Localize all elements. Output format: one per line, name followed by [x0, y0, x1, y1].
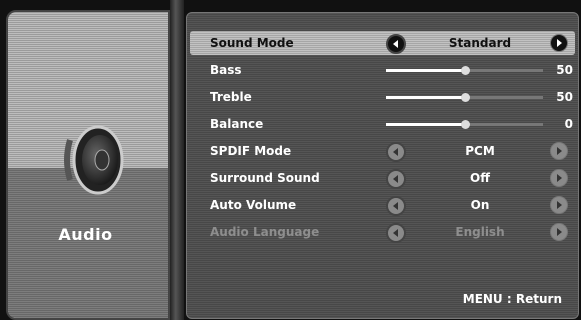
bass-slider[interactable]	[386, 66, 543, 75]
slider-fill	[386, 123, 465, 126]
setting-value: 50	[556, 90, 573, 104]
setting-label: Sound Mode	[210, 36, 294, 50]
setting-label: Bass	[210, 63, 242, 77]
setting-bass[interactable]: Bass 50	[190, 58, 575, 82]
slider-knob[interactable]	[460, 66, 470, 75]
treble-slider[interactable]	[386, 93, 543, 102]
arrow-left-icon[interactable]	[386, 223, 406, 243]
arrow-left-icon[interactable]	[386, 142, 406, 162]
arrow-right-icon[interactable]	[550, 142, 568, 160]
arrow-right-icon[interactable]	[550, 196, 568, 214]
setting-value: 50	[556, 63, 573, 77]
tv-menu: Audio Sound Mode Standard Bass 50 Treble	[0, 0, 581, 320]
footer-key: MENU	[462, 292, 503, 306]
category-panel: Audio	[6, 10, 170, 320]
setting-value: On	[470, 198, 490, 212]
slider-fill	[386, 69, 465, 72]
footer-separator: :	[506, 292, 512, 306]
footer-hint: MENU : Return	[463, 292, 562, 306]
setting-label: Auto Volume	[210, 198, 297, 212]
setting-audio-language[interactable]: Audio Language English	[190, 220, 575, 244]
arrow-right-icon[interactable]	[550, 223, 568, 241]
settings-panel: Sound Mode Standard Bass 50 Treble 50 Ba…	[186, 12, 579, 319]
arrow-left-icon[interactable]	[386, 34, 406, 54]
setting-treble[interactable]: Treble 50	[190, 85, 575, 109]
setting-value: English	[455, 225, 505, 239]
balance-slider[interactable]	[386, 120, 543, 129]
menu-title: Audio	[58, 225, 113, 244]
setting-value: 0	[564, 117, 573, 131]
slider-fill	[386, 96, 465, 99]
slider-knob[interactable]	[460, 120, 470, 129]
setting-label: SPDIF Mode	[210, 144, 292, 158]
setting-sound-mode[interactable]: Sound Mode Standard	[190, 31, 575, 55]
setting-value: Off	[470, 171, 490, 185]
setting-auto-volume[interactable]: Auto Volume On	[190, 193, 575, 217]
footer-action: Return	[515, 292, 562, 306]
setting-label: Surround Sound	[210, 171, 320, 185]
setting-balance[interactable]: Balance 0	[190, 112, 575, 136]
speaker-icon	[64, 125, 124, 195]
setting-label: Audio Language	[210, 225, 320, 239]
setting-surround-sound[interactable]: Surround Sound Off	[190, 166, 575, 190]
setting-value: PCM	[465, 144, 495, 158]
setting-value: Standard	[448, 36, 512, 50]
arrow-left-icon[interactable]	[386, 196, 406, 216]
setting-label: Treble	[210, 90, 252, 104]
setting-label: Balance	[210, 117, 264, 131]
arrow-right-icon[interactable]	[550, 169, 568, 187]
slider-knob[interactable]	[460, 93, 470, 102]
arrow-right-icon[interactable]	[550, 34, 568, 52]
divider	[170, 0, 184, 320]
setting-spdif-mode[interactable]: SPDIF Mode PCM	[190, 139, 575, 163]
arrow-left-icon[interactable]	[386, 169, 406, 189]
